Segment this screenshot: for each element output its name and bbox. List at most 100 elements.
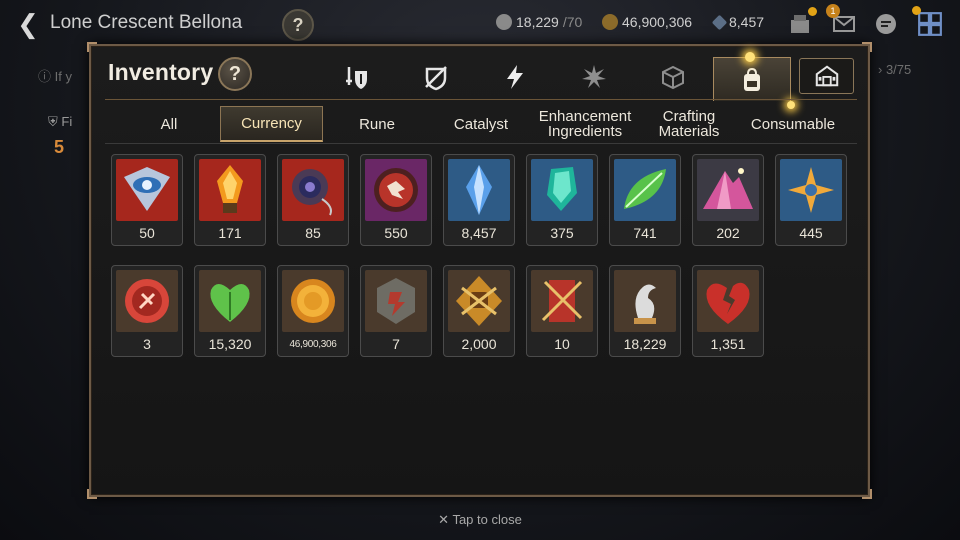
item-quantity: 15,320 <box>208 336 252 352</box>
category-consumable[interactable]: Consumable <box>743 106 843 142</box>
info-hint: ⓘ If y <box>38 69 72 84</box>
pink-peak-icon <box>697 159 759 221</box>
item-quantity: 375 <box>550 225 574 241</box>
lightning-icon <box>507 65 523 89</box>
item-quantity: 171 <box>218 225 242 241</box>
top-bar: ❮ Lone Crescent Bellona ? 18,229 /70 46,… <box>0 0 960 48</box>
item-quantity: 1,351 <box>710 336 746 352</box>
category-all[interactable]: All <box>129 106 209 142</box>
inventory-item[interactable]: 15,320 <box>194 265 266 357</box>
fist-badge-icon <box>448 270 510 332</box>
stamina-icon <box>496 14 512 30</box>
mail-icon[interactable]: 1 <box>826 4 858 38</box>
tab-equipment[interactable] <box>327 57 387 97</box>
divider <box>105 143 857 144</box>
gold-value: 46,900,306 <box>622 14 693 30</box>
seal-orb-icon <box>365 159 427 221</box>
inventory-item[interactable]: 550 <box>360 154 432 246</box>
inventory-modal: Inventory ? All Currency Rune Catalyst E… <box>87 42 872 499</box>
item-quantity: 741 <box>633 225 657 241</box>
broken-heart-icon <box>697 270 759 332</box>
menu-grid-icon[interactable] <box>912 6 944 38</box>
item-quantity: 202 <box>716 225 740 241</box>
inventory-item[interactable]: 50 <box>111 154 183 246</box>
box-icon <box>662 65 684 90</box>
tab-skill[interactable] <box>485 57 545 97</box>
storage-button[interactable] <box>799 58 854 94</box>
category-catalyst[interactable]: Catalyst <box>439 106 523 142</box>
tab-artifact[interactable] <box>406 57 466 97</box>
category-enhancement-ingredients[interactable]: Enhancement Ingredients <box>531 106 639 142</box>
inventory-item[interactable]: 2,000 <box>443 265 515 357</box>
hero-title: Lone Crescent Bellona <box>50 12 243 33</box>
skystone-value: 8,457 <box>729 14 765 30</box>
category-crafting-materials[interactable]: Crafting Materials <box>647 106 731 142</box>
tab-material[interactable] <box>564 57 624 97</box>
back-arrow-icon[interactable]: ❮ <box>14 10 42 38</box>
behind-label-text: Fi <box>61 114 73 129</box>
skystone-icon <box>448 159 510 221</box>
inventory-item[interactable]: 741 <box>609 154 681 246</box>
corner-ornament <box>87 489 97 499</box>
tap-to-close[interactable]: ✕ Tap to close <box>0 512 960 528</box>
item-quantity: 85 <box>305 225 321 241</box>
star-compass-icon <box>780 159 842 221</box>
slot-count-text: 3/75 <box>885 62 912 77</box>
item-quantity: 18,229 <box>623 336 667 352</box>
divider <box>105 99 857 100</box>
corner-ornament <box>862 489 872 499</box>
tab-backpack[interactable] <box>713 57 791 101</box>
notification-dot <box>808 7 817 16</box>
inventory-item[interactable]: 445 <box>775 154 847 246</box>
help-button[interactable]: ? <box>218 57 252 91</box>
storage-icon <box>815 65 838 87</box>
gold-coin-icon <box>282 270 344 332</box>
item-quantity: 7 <box>392 336 400 352</box>
chat-icon[interactable] <box>872 10 900 38</box>
inventory-item[interactable]: 7 <box>360 265 432 357</box>
notification-dot <box>912 6 921 15</box>
item-quantity: 2,000 <box>461 336 497 352</box>
inventory-item[interactable]: 46,900,306 <box>277 265 349 357</box>
inventory-item[interactable]: 375 <box>526 154 598 246</box>
sword-banner-icon <box>531 270 593 332</box>
teal-crystal-icon <box>531 159 593 221</box>
category-currency[interactable]: Currency <box>220 106 323 142</box>
inventory-item[interactable]: 1,351 <box>692 265 764 357</box>
slot-count: › 3/75 <box>878 62 912 77</box>
inventory-item[interactable]: 3 <box>111 265 183 357</box>
eye-crest-icon <box>116 159 178 221</box>
heart-leaf-icon <box>199 270 261 332</box>
stone-tablet-icon <box>365 270 427 332</box>
skystone-icon <box>711 14 728 30</box>
help-icon[interactable]: ? <box>282 9 314 41</box>
red-medal-icon <box>116 270 178 332</box>
stamina-horse-icon <box>614 270 676 332</box>
inventory-item[interactable]: 202 <box>692 154 764 246</box>
behind-number: 5 <box>54 137 65 157</box>
item-quantity: 10 <box>554 336 570 352</box>
category-rune[interactable]: Rune <box>337 106 417 142</box>
close-icon: ✕ <box>438 512 450 527</box>
hint-text: If y <box>54 69 72 84</box>
corner-ornament <box>87 42 97 52</box>
inventory-item[interactable]: 10 <box>526 265 598 357</box>
item-quantity: 550 <box>384 225 408 241</box>
inventory-item[interactable]: 8,457 <box>443 154 515 246</box>
inventory-item[interactable]: 18,229 <box>609 265 681 357</box>
item-quantity: 8,457 <box>461 225 497 241</box>
tab-box[interactable] <box>643 57 703 97</box>
item-quantity: 50 <box>139 225 155 241</box>
inventory-item[interactable]: 171 <box>194 154 266 246</box>
shop-icon[interactable] <box>786 7 817 38</box>
corner-ornament <box>862 42 872 52</box>
mail-badge: 1 <box>826 4 840 18</box>
artifact-icon <box>425 66 447 91</box>
flame-crystal-icon <box>199 159 261 221</box>
equipment-icon <box>346 67 367 89</box>
item-quantity: 445 <box>799 225 823 241</box>
inventory-item[interactable]: 85 <box>277 154 349 246</box>
gold-icon <box>602 14 618 30</box>
leaf-icon <box>614 159 676 221</box>
tap-to-close-label: Tap to close <box>452 512 522 527</box>
